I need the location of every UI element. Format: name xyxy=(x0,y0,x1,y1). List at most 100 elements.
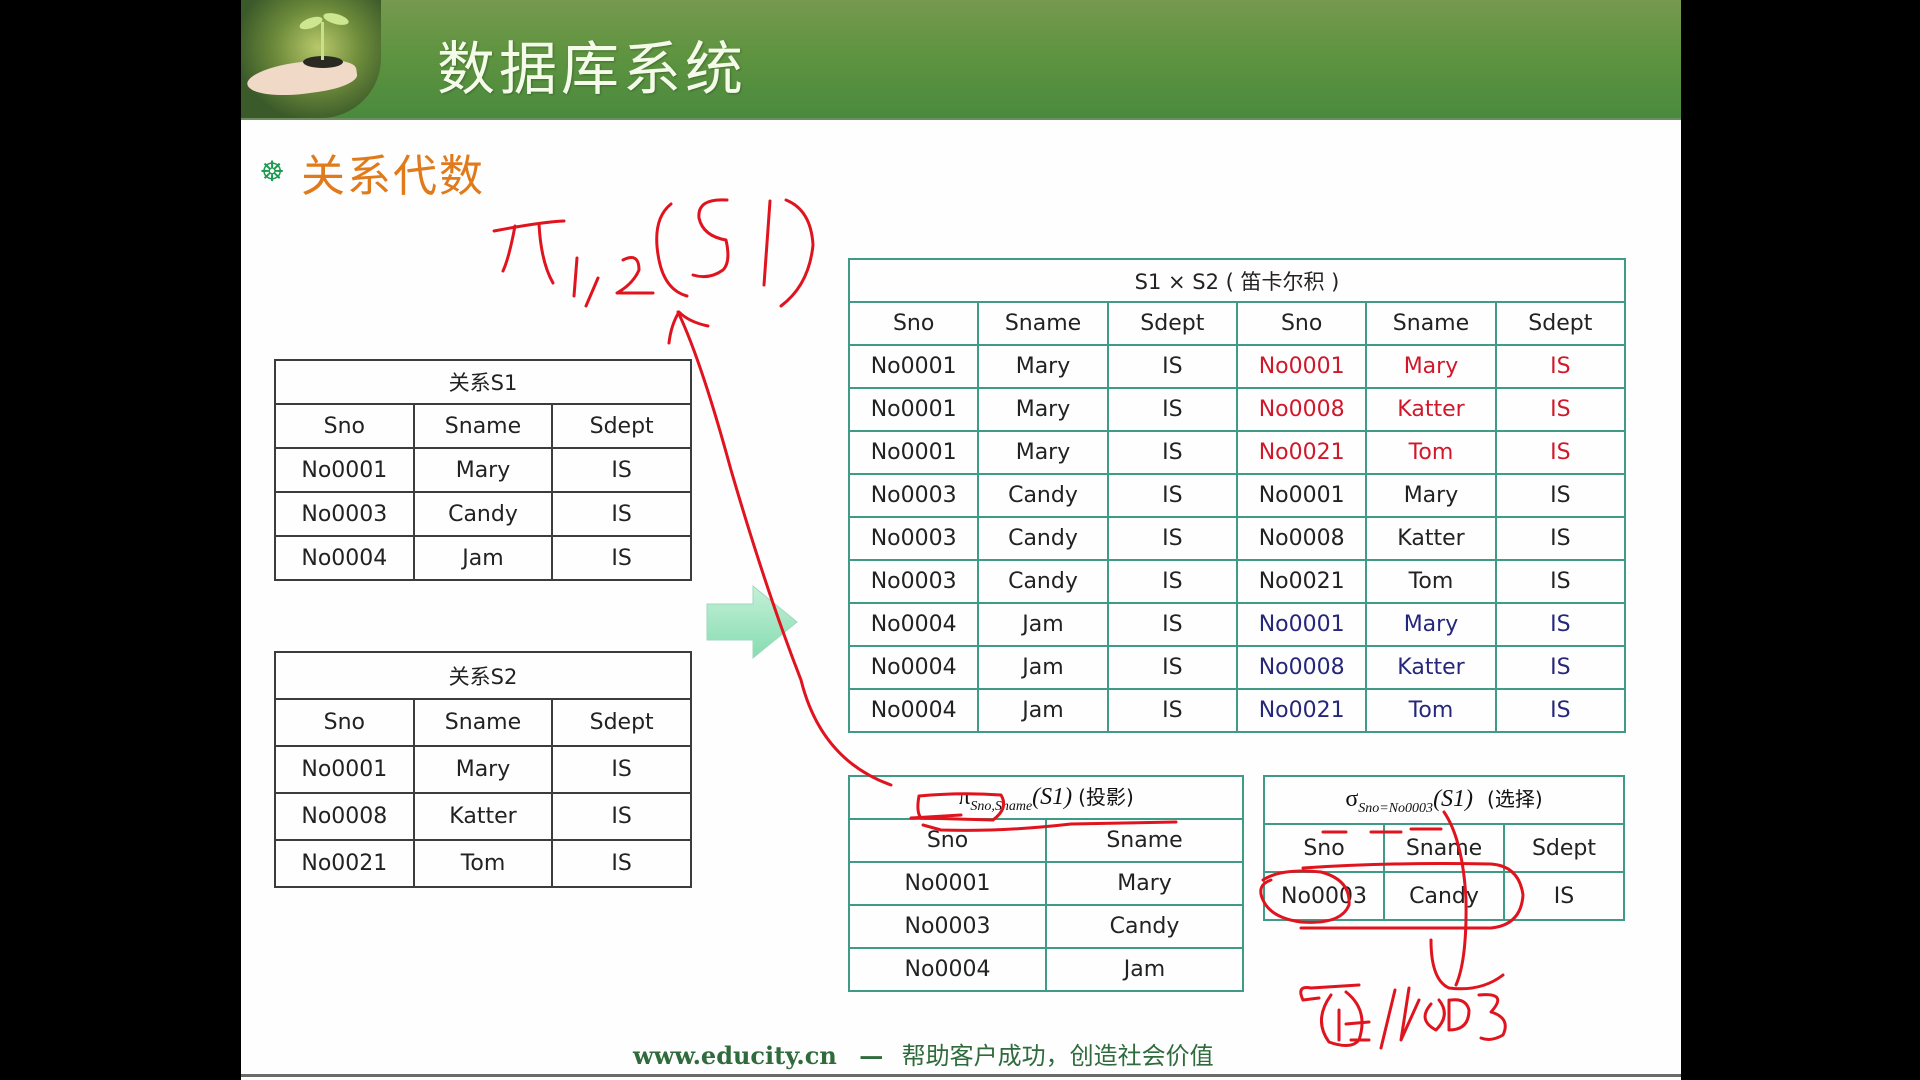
table-row: No0003 Candy IS No0001 Mary IS xyxy=(847,473,1627,518)
table-cell: IS xyxy=(1106,473,1238,518)
table-cell: IS xyxy=(1106,645,1238,690)
selection-expression: σSno=No0003(S1) (选择) xyxy=(1263,775,1625,825)
table-header-row: Sno Sname Sdept xyxy=(1263,823,1625,873)
table-row: No0021 Tom IS xyxy=(274,839,692,888)
table-cell: No0003 xyxy=(1263,871,1385,921)
table-cell: IS xyxy=(1494,645,1627,690)
table-row: No0001 Mary IS No0021 Tom IS xyxy=(847,430,1627,475)
projection-result-table: πSno,Sname(S1) (投影) Sno Sname No0001 Mary… xyxy=(848,775,1244,992)
table-cell: Mary xyxy=(1045,861,1244,906)
table-cell: Candy xyxy=(977,559,1109,604)
table-cell: Candy xyxy=(1045,904,1244,949)
table-cell: No0003 xyxy=(847,559,980,604)
table-cell: Mary xyxy=(977,344,1109,389)
relation-s2-table: 关系S2 Sno Sname Sdept No0001 Mary IS No0008… xyxy=(274,651,692,888)
column-header: Sname xyxy=(977,301,1109,346)
column-header: Sno xyxy=(274,698,415,747)
table-cell: Katter xyxy=(1365,645,1497,690)
table-cell: No0004 xyxy=(848,947,1047,992)
table-cell: Mary xyxy=(977,430,1109,475)
table-row: No0004 Jam IS No0008 Katter IS xyxy=(847,645,1627,690)
column-header: Sname xyxy=(1045,818,1244,863)
table-cell: IS xyxy=(1106,430,1238,475)
column-header: Sname xyxy=(412,403,554,449)
table-cell: No0003 xyxy=(274,491,415,537)
table-row: No0001 Mary IS xyxy=(274,745,692,794)
projection-argument: (S1) xyxy=(1032,783,1073,810)
seedling-logo-icon xyxy=(241,0,381,118)
table-cell: No0001 xyxy=(274,745,415,794)
column-header: Sdept xyxy=(551,698,692,747)
sigma-symbol: σ xyxy=(1345,786,1359,812)
table-cell: IS xyxy=(1106,344,1238,389)
column-header: Sname xyxy=(1365,301,1497,346)
slide-header: 数据库系统 xyxy=(241,0,1681,120)
table-cell: Mary xyxy=(412,447,554,493)
column-header: Sdept xyxy=(1503,823,1625,873)
table-row: No0004 Jam IS No0021 Tom IS xyxy=(847,688,1627,733)
table-cell: IS xyxy=(551,491,692,537)
table-cell: Katter xyxy=(1365,387,1497,432)
table-cell: No0021 xyxy=(274,839,415,888)
table-row: No0004 Jam IS No0001 Mary IS xyxy=(847,602,1627,647)
relation-s1-table: 关系S1 Sno Sname Sdept No0001 Mary IS No0003… xyxy=(274,359,692,581)
table-cell: IS xyxy=(1503,871,1625,921)
table-cell: No0001 xyxy=(1235,344,1368,389)
table-caption-row: 关系S2 xyxy=(274,651,692,700)
table-cell: Jam xyxy=(977,602,1109,647)
table-cell: No0008 xyxy=(274,792,415,841)
table-row: No0003 Candy IS xyxy=(274,491,692,537)
right-arrow-icon xyxy=(706,584,798,660)
table-cell: Jam xyxy=(977,645,1109,690)
table-cell: IS xyxy=(1494,344,1627,389)
projection-expression: πSno,Sname(S1) (投影) xyxy=(848,775,1244,820)
table-caption-row: 关系S1 xyxy=(274,359,692,405)
table-cell: IS xyxy=(551,745,692,794)
table-cell: No0003 xyxy=(848,904,1047,949)
table-row: No0008 Katter IS xyxy=(274,792,692,841)
table-cell: No0008 xyxy=(1235,516,1368,561)
table-cell: Mary xyxy=(977,387,1109,432)
table-cell: Jam xyxy=(412,535,554,581)
table-cell: No0001 xyxy=(848,861,1047,906)
table-cell: IS xyxy=(551,535,692,581)
table-cell: Jam xyxy=(977,688,1109,733)
table-row: No0001 Mary IS No0008 Katter IS xyxy=(847,387,1627,432)
table-cell: No0003 xyxy=(847,473,980,518)
table-cell: No0004 xyxy=(847,688,980,733)
table-row: No0001 Mary IS No0001 Mary IS xyxy=(847,344,1627,389)
table-cell: No0008 xyxy=(1235,387,1368,432)
table-cell: IS xyxy=(1494,559,1627,604)
handwritten-projection-formula xyxy=(492,198,815,308)
slide-footer: www.educity.cn — 帮助客户成功，创造社会价值 xyxy=(633,1036,1214,1071)
table-cell: IS xyxy=(1106,602,1238,647)
table-cell: No0001 xyxy=(274,447,415,493)
table-cell: Candy xyxy=(977,516,1109,561)
cartesian-product-table: S1 × S2 ( 笛卡尔积 ) Sno Sname Sdept Sno Sname Sd… xyxy=(847,258,1627,733)
table-row: No0003 Candy IS No0021 Tom IS xyxy=(847,559,1627,604)
table-cell: IS xyxy=(551,447,692,493)
table-cell: Candy xyxy=(412,491,554,537)
table-cell: No0021 xyxy=(1235,688,1368,733)
table-cell: Candy xyxy=(1383,871,1505,921)
table-cell: IS xyxy=(1494,516,1627,561)
table-row: No0004 Jam IS xyxy=(274,535,692,581)
column-header: Sno xyxy=(1263,823,1385,873)
table-cell: No0008 xyxy=(1235,645,1368,690)
table-row: No0003 Candy IS No0008 Katter IS xyxy=(847,516,1627,561)
column-header: Sno xyxy=(274,403,415,449)
column-header: Sno xyxy=(848,818,1047,863)
table-cell: Katter xyxy=(1365,516,1497,561)
selection-subscript: Sno=No0003 xyxy=(1358,801,1434,816)
table-cell: No0001 xyxy=(1235,473,1368,518)
table-cell: Mary xyxy=(1365,344,1497,389)
column-header: Sname xyxy=(1383,823,1505,873)
footer-divider xyxy=(241,1074,1681,1077)
table-cell: IS xyxy=(1494,688,1627,733)
footer-url: www.educity.cn xyxy=(633,1041,837,1070)
table-cell: IS xyxy=(1494,473,1627,518)
table-row: No0001 Mary IS xyxy=(274,447,692,493)
table-cell: Tom xyxy=(1365,688,1497,733)
selection-result-table: σSno=No0003(S1) (选择) Sno Sname Sdept No0… xyxy=(1263,775,1625,921)
column-header: Sno xyxy=(847,301,980,346)
